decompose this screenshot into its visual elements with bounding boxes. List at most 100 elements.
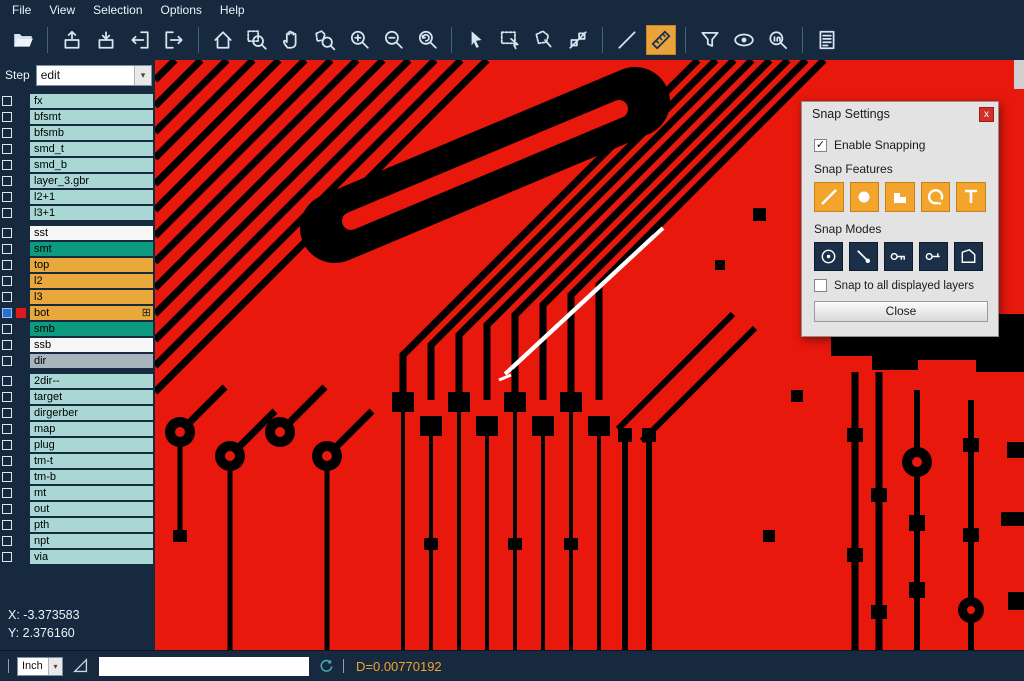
layer-row-top[interactable]: top bbox=[2, 258, 155, 272]
close-icon[interactable]: x bbox=[979, 107, 994, 122]
layer-name-label[interactable]: plug bbox=[30, 438, 153, 452]
toolbar-pan-hand-button[interactable] bbox=[276, 25, 306, 55]
layer-row-smd_t[interactable]: smd_t bbox=[2, 142, 155, 156]
dialog-titlebar[interactable]: Snap Settings x bbox=[802, 102, 998, 126]
toolbar-import-arrow-in-button[interactable] bbox=[125, 25, 155, 55]
layer-visibility-checkbox[interactable] bbox=[2, 376, 12, 386]
layer-row-l2+1[interactable]: l2+1 bbox=[2, 190, 155, 204]
layer-name-label[interactable]: tm-t bbox=[30, 454, 153, 468]
menu-view[interactable]: View bbox=[40, 1, 84, 19]
layer-visibility-checkbox[interactable] bbox=[2, 160, 12, 170]
toolbar-select-rectangle-button[interactable] bbox=[495, 25, 525, 55]
all-layers-checkbox[interactable] bbox=[814, 279, 827, 292]
layer-name-label[interactable]: via bbox=[30, 550, 153, 564]
layer-visibility-checkbox[interactable] bbox=[2, 392, 12, 402]
layer-row-smt[interactable]: smt bbox=[2, 242, 155, 256]
toolbar-open-folder-button[interactable] bbox=[8, 25, 38, 55]
snap-line-button[interactable] bbox=[814, 182, 844, 212]
layer-visibility-checkbox[interactable] bbox=[2, 192, 12, 202]
layer-visibility-checkbox[interactable] bbox=[2, 456, 12, 466]
layer-name-label[interactable]: smb bbox=[30, 322, 153, 336]
toolbar-draw-line-button[interactable] bbox=[612, 25, 642, 55]
triangle-tool-icon[interactable] bbox=[72, 657, 90, 675]
mode-outline-button[interactable] bbox=[954, 242, 983, 271]
layer-visibility-checkbox[interactable] bbox=[2, 552, 12, 562]
layer-visibility-checkbox[interactable] bbox=[2, 356, 12, 366]
mode-key-closed-button[interactable] bbox=[884, 242, 913, 271]
layer-visibility-checkbox[interactable] bbox=[2, 244, 12, 254]
layer-row-dirgerber[interactable]: dirgerber bbox=[2, 406, 155, 420]
layer-name-label[interactable]: layer_3.gbr bbox=[30, 174, 153, 188]
snap-polygon-button[interactable] bbox=[885, 182, 915, 212]
layer-row-smd_b[interactable]: smd_b bbox=[2, 158, 155, 172]
toolbar-import-box-up-button[interactable] bbox=[57, 25, 87, 55]
layer-name-label[interactable]: l3+1 bbox=[30, 206, 153, 220]
menu-file[interactable]: File bbox=[3, 1, 40, 19]
layer-row-smb[interactable]: smb bbox=[2, 322, 155, 336]
layer-name-label[interactable]: dir bbox=[30, 354, 153, 368]
toolbar-select-polygon-button[interactable] bbox=[529, 25, 559, 55]
layer-visibility-checkbox[interactable] bbox=[2, 176, 12, 186]
layer-name-label[interactable]: bfsmb bbox=[30, 126, 153, 140]
layer-name-label[interactable]: fx bbox=[30, 94, 153, 108]
layer-visibility-checkbox[interactable] bbox=[2, 440, 12, 450]
layer-row-2dir--[interactable]: 2dir-- bbox=[2, 374, 155, 388]
layer-visibility-checkbox[interactable] bbox=[2, 488, 12, 498]
scrollbar-thumb[interactable] bbox=[1014, 60, 1024, 89]
layer-visibility-checkbox[interactable] bbox=[2, 472, 12, 482]
enable-snapping-checkbox[interactable] bbox=[814, 139, 827, 152]
layer-name-label[interactable]: bot⊞ bbox=[30, 306, 153, 320]
layer-row-sst[interactable]: sst bbox=[2, 226, 155, 240]
layer-row-fx[interactable]: fx bbox=[2, 94, 155, 108]
layer-visibility-checkbox[interactable] bbox=[2, 324, 12, 334]
layer-visibility-checkbox[interactable] bbox=[2, 504, 12, 514]
menu-help[interactable]: Help bbox=[211, 1, 254, 19]
layer-name-label[interactable]: l2 bbox=[30, 274, 153, 288]
layer-row-l3[interactable]: l3 bbox=[2, 290, 155, 304]
toolbar-home-button[interactable] bbox=[208, 25, 238, 55]
chevron-down-icon[interactable]: ▾ bbox=[134, 66, 151, 85]
layer-row-bfsmt[interactable]: bfsmt bbox=[2, 110, 155, 124]
layer-name-label[interactable]: l2+1 bbox=[30, 190, 153, 204]
close-button[interactable]: Close bbox=[814, 301, 988, 322]
layer-name-label[interactable]: target bbox=[30, 390, 153, 404]
enable-snapping-row[interactable]: Enable Snapping bbox=[814, 138, 986, 152]
layer-visibility-checkbox[interactable] bbox=[2, 260, 12, 270]
snap-arc-button[interactable] bbox=[921, 182, 951, 212]
all-layers-row[interactable]: Snap to all displayed layers bbox=[814, 279, 986, 292]
layer-row-npt[interactable]: npt bbox=[2, 534, 155, 548]
command-input[interactable] bbox=[99, 657, 309, 676]
menu-options[interactable]: Options bbox=[152, 1, 211, 19]
refresh-icon[interactable] bbox=[318, 658, 335, 675]
toolbar-view-eye-button[interactable] bbox=[729, 25, 759, 55]
layer-row-mt[interactable]: mt bbox=[2, 486, 155, 500]
unit-dropdown[interactable]: Inch ▾ bbox=[17, 657, 63, 676]
layer-row-dir[interactable]: dir bbox=[2, 354, 155, 368]
layer-row-l3+1[interactable]: l3+1 bbox=[2, 206, 155, 220]
layer-row-bfsmb[interactable]: bfsmb bbox=[2, 126, 155, 140]
toolbar-zoom-in-button[interactable] bbox=[344, 25, 374, 55]
layer-visibility-checkbox[interactable] bbox=[2, 292, 12, 302]
layer-row-plug[interactable]: plug bbox=[2, 438, 155, 452]
layer-name-label[interactable]: top bbox=[30, 258, 153, 272]
layer-row-target[interactable]: target bbox=[2, 390, 155, 404]
layer-name-label[interactable]: sst bbox=[30, 226, 153, 240]
mode-key-open-button[interactable] bbox=[919, 242, 948, 271]
toolbar-filter-button[interactable] bbox=[695, 25, 725, 55]
snap-text-button[interactable] bbox=[956, 182, 986, 212]
layer-row-tm-b[interactable]: tm-b bbox=[2, 470, 155, 484]
menu-selection[interactable]: Selection bbox=[84, 1, 151, 19]
layer-name-label[interactable]: out bbox=[30, 502, 153, 516]
layer-name-label[interactable]: mt bbox=[30, 486, 153, 500]
toolbar-export-arrow-out-button[interactable] bbox=[159, 25, 189, 55]
layer-visibility-checkbox[interactable] bbox=[2, 208, 12, 218]
layer-row-layer_3.gbr[interactable]: layer_3.gbr bbox=[2, 174, 155, 188]
layer-row-l2[interactable]: l2 bbox=[2, 274, 155, 288]
layer-name-label[interactable]: smd_t bbox=[30, 142, 153, 156]
layer-row-bot[interactable]: bot⊞ bbox=[2, 306, 155, 320]
layer-visibility-checkbox[interactable] bbox=[2, 128, 12, 138]
layer-row-out[interactable]: out bbox=[2, 502, 155, 516]
layer-visibility-checkbox[interactable] bbox=[2, 520, 12, 530]
mode-center-button[interactable] bbox=[814, 242, 843, 271]
layer-name-label[interactable]: pth bbox=[30, 518, 153, 532]
